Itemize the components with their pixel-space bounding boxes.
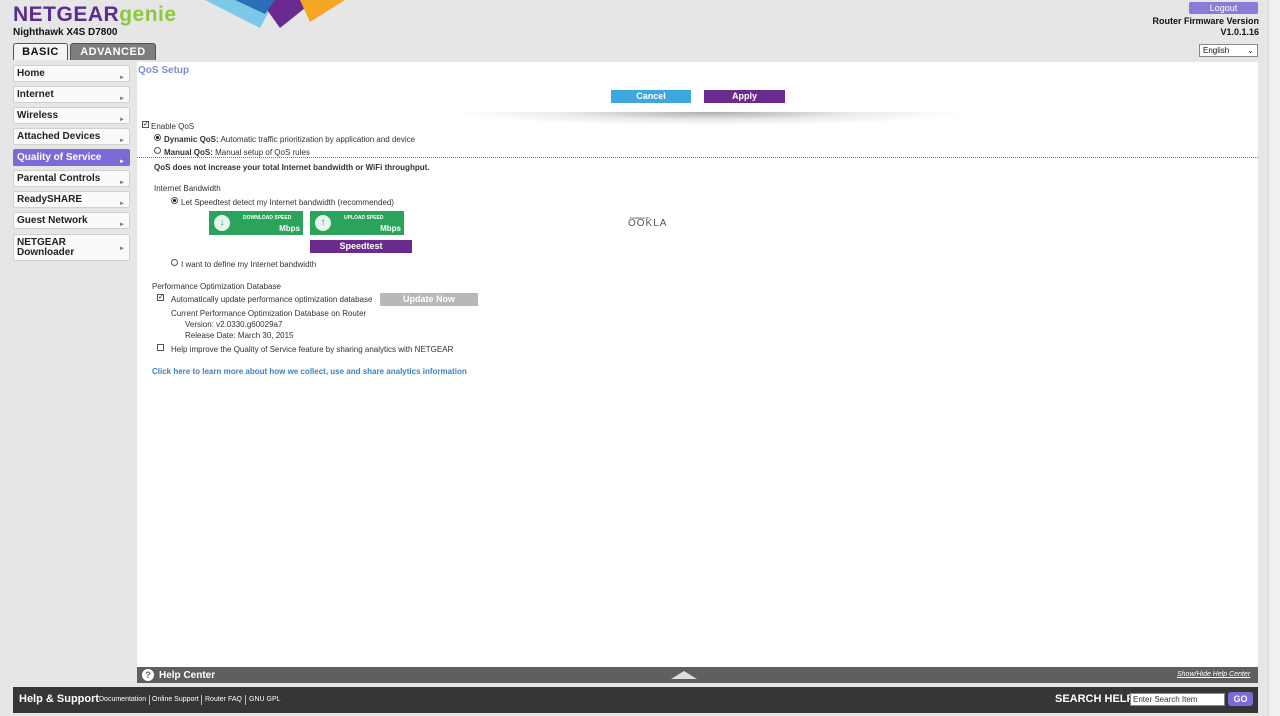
cancel-button[interactable]: Cancel: [611, 90, 691, 103]
manual-qos-option: Manual QoS: Manual setup of QoS rules: [164, 148, 310, 157]
upload-speed-label: UPLOAD SPEED: [344, 215, 384, 221]
define-bandwidth-radio[interactable]: [171, 259, 178, 266]
sidebar-item-label: Guest Network: [17, 215, 88, 226]
dynamic-qos-desc: Automatic traffic prioritization by appl…: [220, 135, 416, 144]
search-help-label: SEARCH HELP: [1055, 693, 1134, 705]
enable-qos-label: Enable QoS: [151, 122, 195, 131]
upload-speed-box: ↑ UPLOAD SPEED Mbps: [310, 211, 404, 235]
upload-arrow-icon: ↑: [315, 215, 331, 231]
sidebar-item-internet[interactable]: Internet ►: [13, 86, 130, 103]
tab-advanced[interactable]: ADVANCED: [70, 43, 156, 60]
firmware-version: V1.0.1.16: [1220, 27, 1259, 37]
dynamic-qos-option: Dynamic QoS: Automatic traffic prioritiz…: [164, 135, 415, 144]
dynamic-qos-title: Dynamic QoS:: [164, 135, 219, 144]
arrow-right-icon: ►: [119, 246, 125, 252]
search-input[interactable]: Enter Search Item: [1130, 693, 1225, 706]
auto-update-label: Automatically update performance optimiz…: [171, 295, 373, 304]
analytics-label: Help improve the Quality of Service feat…: [171, 345, 454, 354]
arrow-right-icon: ►: [119, 96, 125, 102]
tab-basic[interactable]: BASIC: [13, 43, 68, 60]
apply-button[interactable]: Apply: [704, 90, 785, 103]
expand-arrow-icon[interactable]: [671, 671, 697, 679]
db-version: Version: v2.0330.g60029a7: [185, 320, 283, 329]
help-center-title: Help Center: [159, 670, 216, 681]
chevron-down-icon: ⌄: [1247, 46, 1254, 55]
footer-separator: [201, 695, 202, 705]
sidebar-item-label: NETGEAR Downloader: [17, 237, 75, 258]
sidebar-item-guest-network[interactable]: Guest Network ►: [13, 212, 130, 229]
sidebar-item-attached-devices[interactable]: Attached Devices ►: [13, 128, 130, 145]
download-speed-label: DOWNLOAD SPEED: [243, 215, 292, 221]
sidebar-item-home[interactable]: Home ►: [13, 65, 130, 82]
brand-netgear: NETGEAR: [13, 3, 120, 26]
arrow-right-icon: ►: [119, 201, 125, 207]
header-decoration: [205, 0, 345, 28]
divider: [450, 112, 970, 126]
ookla-logo: OOKLA: [628, 218, 668, 229]
language-select[interactable]: English ⌄: [1199, 44, 1258, 57]
netgear-genie-logo: NETGEARgenie: [13, 3, 177, 27]
speedtest-detect-radio[interactable]: [171, 197, 178, 204]
download-speed-box: ↓ DOWNLOAD SPEED Mbps: [209, 211, 303, 235]
bandwidth-heading: Internet Bandwidth: [154, 184, 221, 193]
manual-qos-title: Manual QoS:: [164, 148, 213, 157]
manual-qos-radio[interactable]: [154, 147, 161, 154]
qos-notice: QoS does not increase your total Interne…: [154, 163, 430, 172]
arrow-right-icon: ►: [119, 222, 125, 228]
router-model: Nighthawk X4S D7800: [13, 27, 118, 38]
arrow-right-icon: ►: [119, 138, 125, 144]
footer-link-online-support[interactable]: Online Support: [152, 696, 199, 703]
speedtest-button[interactable]: Speedtest: [310, 240, 412, 253]
sidebar-item-label: Home: [17, 68, 45, 79]
sidebar-item-label: Quality of Service: [17, 152, 102, 163]
sidebar-item-netgear-downloader[interactable]: NETGEAR Downloader ►: [13, 234, 130, 261]
enable-qos-checkbox[interactable]: ✓: [142, 121, 149, 128]
brand-genie: genie: [119, 3, 177, 26]
arrow-right-icon: ►: [119, 180, 125, 186]
help-icon: ?: [142, 669, 154, 681]
download-arrow-icon: ↓: [214, 215, 230, 231]
sidebar-item-label: Attached Devices: [17, 131, 101, 142]
show-hide-help-link[interactable]: Show/Hide Help Center: [1177, 671, 1250, 678]
sidebar-item-parental-controls[interactable]: Parental Controls ►: [13, 170, 130, 187]
analytics-checkbox[interactable]: [157, 344, 164, 351]
footer-separator: [149, 695, 150, 705]
footer-link-documentation[interactable]: Documentation: [99, 696, 146, 703]
footer-separator: [245, 695, 246, 705]
manual-qos-desc: Manual setup of QoS rules: [215, 148, 310, 157]
define-bandwidth-label: I want to define my Internet bandwidth: [181, 260, 317, 269]
arrow-right-icon: ►: [119, 159, 125, 165]
footer-link-router-faq[interactable]: Router FAQ: [205, 696, 242, 703]
language-selected: English: [1203, 46, 1230, 55]
page-title: QoS Setup: [138, 65, 190, 76]
sidebar-item-label: Wireless: [17, 110, 59, 121]
sidebar-item-readyshare[interactable]: ReadySHARE ►: [13, 191, 130, 208]
sidebar-item-label: ReadySHARE: [17, 194, 83, 205]
download-unit: Mbps: [279, 224, 300, 233]
perf-db-heading: Performance Optimization Database: [152, 282, 281, 291]
footer-link-gnu-gpl[interactable]: GNU GPL: [249, 696, 281, 703]
logout-button[interactable]: Logout: [1189, 2, 1258, 14]
sidebar-item-quality-of-service[interactable]: Quality of Service ►: [13, 149, 130, 166]
search-go-button[interactable]: GO: [1228, 692, 1253, 706]
update-now-button[interactable]: Update Now: [380, 293, 478, 306]
auto-update-checkbox[interactable]: ✓: [157, 294, 164, 301]
sidebar-item-wireless[interactable]: Wireless ►: [13, 107, 130, 124]
arrow-right-icon: ►: [119, 117, 125, 123]
db-release-date: Release Date: March 30, 2015: [185, 331, 294, 340]
upload-unit: Mbps: [380, 224, 401, 233]
speedtest-detect-label: Let Speedtest detect my Internet bandwid…: [181, 198, 395, 207]
vertical-scrollbar[interactable]: [1268, 0, 1280, 716]
arrow-right-icon: ►: [119, 75, 125, 81]
footer-title: Help & Support: [19, 693, 100, 705]
learn-more-link[interactable]: Click here to learn more about how we co…: [152, 367, 467, 376]
help-center-bar: [137, 667, 1258, 683]
section-divider: [137, 157, 1258, 158]
current-db-label: Current Performance Optimization Databas…: [171, 309, 367, 318]
dynamic-qos-radio[interactable]: [154, 134, 161, 141]
sidebar-item-label: Internet: [17, 89, 54, 100]
sidebar-item-label: Parental Controls: [17, 173, 101, 184]
firmware-label: Router Firmware Version: [1152, 16, 1259, 26]
